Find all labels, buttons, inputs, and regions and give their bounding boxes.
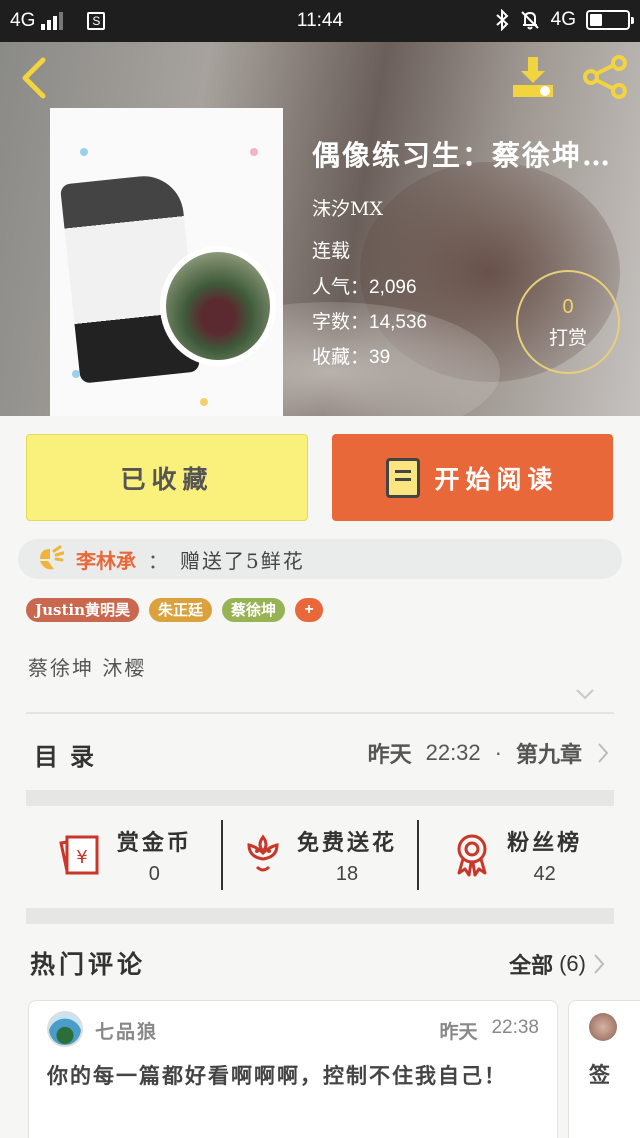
gold-coin-stat[interactable]: ¥ 赏金币 0 (26, 820, 221, 890)
tip-label: 打赏 (548, 327, 587, 349)
chevron-left-icon (22, 57, 46, 99)
status-bar: 4G S 11:44 4G (0, 0, 640, 42)
start-reading-button[interactable]: 开始阅读 (332, 434, 613, 521)
comment-text: 你的每一篇都好看啊啊啊，控制不住我自己！ (47, 1063, 507, 1088)
toc-label: 目录 (34, 742, 106, 771)
chevron-right-icon (598, 743, 609, 763)
fan-ranking-value: 42 (533, 862, 556, 885)
chevron-right-icon (594, 954, 605, 974)
comment-clock: 22:38 (491, 1017, 539, 1038)
download-icon (513, 57, 553, 97)
tag-chip[interactable]: 蔡徐坤 (222, 598, 286, 622)
flower-icon (247, 834, 279, 872)
back-button[interactable] (12, 54, 56, 102)
comment-date: 昨天 (439, 1021, 478, 1043)
all-comments-link[interactable]: 全部 (6) (509, 948, 606, 980)
book-header: 偶像练习生：蔡徐坤… 沫汐MX 连载 人气：2,096 字数：14,536 收藏… (0, 42, 640, 416)
popularity-label: 人气： (312, 276, 370, 298)
medal-icon (457, 834, 487, 877)
network-type-right: 4G (550, 9, 576, 30)
section-band (26, 908, 614, 924)
gift-user[interactable]: 李林承 (76, 545, 136, 574)
battery-icon (586, 10, 634, 30)
word-count-value: 14,536 (369, 312, 428, 333)
share-button[interactable] (578, 52, 632, 102)
share-icon (583, 55, 627, 99)
tip-count: 0 (562, 296, 574, 318)
book-author[interactable]: 沫汐MX (312, 194, 383, 221)
word-count-stat: 字数：14,536 (312, 307, 427, 334)
gift-banner: 李林承 ： 赠送了5鲜花 (18, 539, 622, 579)
cover-photo (160, 246, 276, 366)
comment-count: (6) (559, 951, 586, 976)
gold-coin-label: 赏金币 (116, 829, 192, 856)
reward-stats: ¥ 赏金币 0 免费送花 18 粉丝榜 42 (26, 820, 614, 890)
collected-button[interactable]: 已收藏 (26, 434, 308, 521)
flower-gift-icon (40, 545, 64, 570)
book-status: 连载 (312, 240, 351, 262)
download-button[interactable] (506, 52, 560, 102)
section-band (26, 790, 614, 806)
favorites-label: 收藏： (312, 346, 370, 368)
latest-chapter-info: 昨天 22:32 · 第九章 (368, 737, 610, 769)
hot-comments-title: 热门评论 (30, 950, 147, 979)
tag-chip[interactable]: 朱正廷 (148, 598, 212, 622)
mute-icon (520, 11, 539, 30)
all-comments-label: 全部 (509, 953, 554, 979)
tag-chip[interactable]: Justin黄明昊 (26, 598, 139, 622)
popularity-stat: 人气：2,096 (312, 272, 417, 299)
divider (26, 712, 614, 714)
separator: · (494, 740, 502, 765)
gift-message: 赠送了5鲜花 (180, 548, 305, 573)
update-time: 22:32 (425, 740, 481, 765)
comment-time: 昨天 22:38 (439, 1017, 539, 1044)
comment-card[interactable]: 七品狼 昨天 22:38 你的每一篇都好看啊啊啊，控制不住我自己！ (28, 1000, 558, 1138)
update-date: 昨天 (367, 742, 412, 768)
red-envelope-icon: ¥ (59, 835, 99, 875)
fan-ranking-stat[interactable]: 粉丝榜 42 (417, 820, 614, 890)
character-names: 蔡徐坤 沐樱 (28, 656, 147, 680)
comment-text: 签 (589, 1062, 610, 1087)
book-cover[interactable] (50, 108, 283, 416)
tag-list: Justin黄明昊 朱正廷 蔡徐坤 + (26, 598, 324, 622)
free-flower-stat[interactable]: 免费送花 18 (220, 820, 418, 890)
favorites-stat: 收藏：39 (312, 342, 390, 369)
gold-coin-value: 0 (148, 862, 160, 885)
fan-ranking-label: 粉丝榜 (507, 829, 583, 856)
tip-button[interactable]: 0 打赏 (516, 270, 620, 374)
comment-card[interactable]: 签 (568, 1000, 640, 1138)
free-flower-label: 免费送花 (297, 829, 398, 856)
avatar[interactable] (589, 1013, 617, 1041)
comment-user[interactable]: 七品狼 (95, 1017, 158, 1044)
chevron-down-icon[interactable] (575, 684, 595, 704)
status-right: 4G (495, 9, 634, 31)
bluetooth-icon (495, 9, 509, 31)
add-tag-button[interactable]: + (295, 598, 324, 622)
latest-chapter: 第九章 (515, 742, 582, 768)
favorites-value: 39 (369, 347, 391, 368)
popularity-value: 2,096 (369, 277, 417, 298)
start-reading-label: 开始阅读 (434, 464, 559, 494)
book-title: 偶像练习生：蔡徐坤… (312, 139, 613, 172)
word-count-label: 字数： (312, 311, 370, 333)
book-icon (386, 457, 421, 498)
avatar[interactable] (47, 1011, 83, 1047)
svg-text:¥: ¥ (76, 847, 87, 868)
free-flower-value: 18 (335, 862, 359, 885)
gift-colon: ： (148, 548, 168, 573)
